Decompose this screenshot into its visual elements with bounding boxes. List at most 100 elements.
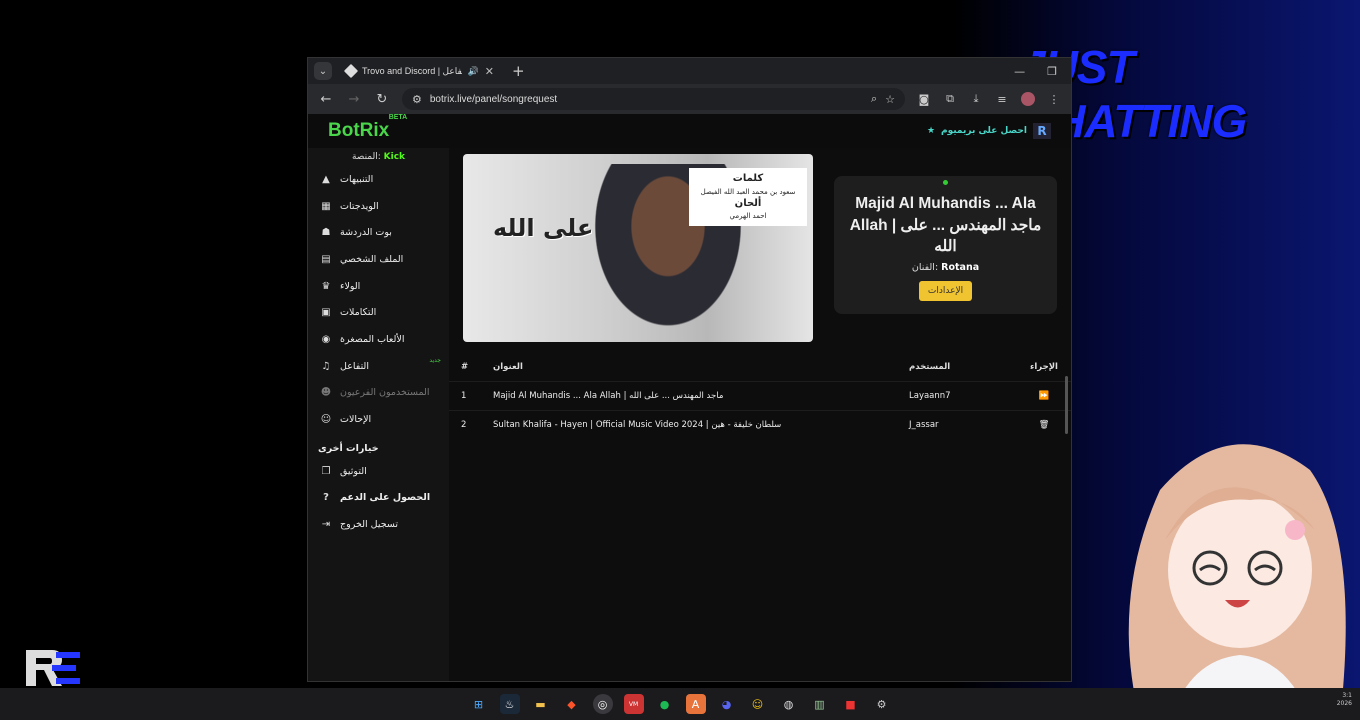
sidebar-item-label: تسجيل الخروج: [340, 519, 398, 531]
sidebar-item-loyalty[interactable]: ♛ الولاء: [308, 273, 449, 300]
settings-app-icon[interactable]: ⚙: [872, 694, 892, 714]
profile-avatar[interactable]: [1021, 92, 1035, 106]
sidebar-item-alerts[interactable]: ▲ التنبيهات: [308, 166, 449, 193]
new-tab-icon[interactable]: +: [512, 62, 525, 80]
sidebar-item-docs[interactable]: ❐ التوثيق: [308, 458, 449, 485]
chrome-icon[interactable]: ◎: [592, 694, 613, 714]
vtuber-avatar-image: [1128, 444, 1346, 720]
clipboard-app-icon[interactable]: ▥: [810, 694, 830, 714]
spotify-icon[interactable]: ●: [655, 694, 675, 714]
steam-icon[interactable]: ♨: [499, 694, 520, 714]
credits-lyrics-label: كلمات: [732, 173, 764, 184]
credits-composer-label: ألحان: [734, 197, 762, 209]
sidebar-item-referrals[interactable]: ☺ الإحالات: [308, 406, 449, 433]
sidebar-item-label: الملف الشخصي: [340, 253, 404, 265]
forward-icon[interactable]: →: [346, 92, 362, 107]
browser-window: ⌄ Trovo and Discord | التفاعل 🔊 ✕ + — ❐ …: [307, 57, 1072, 682]
clock-date: 2026: [1336, 699, 1352, 707]
sidebar-item-label: الويدجتات: [340, 200, 379, 212]
skip-icon[interactable]: ⏩: [1029, 391, 1059, 401]
sidebar-item-label: التكاملات: [340, 307, 377, 319]
download-icon[interactable]: ⤓: [969, 92, 983, 106]
sidebar-item-widgets[interactable]: ▦ الويدجتات: [308, 193, 449, 220]
chat-icon: ▣: [321, 307, 331, 319]
new-badge: جديد: [429, 356, 441, 364]
col-user: المستخدم: [909, 362, 951, 372]
sidebar-item-label: الإحالات: [340, 414, 372, 426]
bookmark-star-icon[interactable]: ☆: [885, 93, 895, 106]
obs-icon[interactable]: ◍: [779, 694, 799, 714]
sidebar-item-label: التوثيق: [340, 465, 367, 477]
music-icon: ♫: [321, 360, 331, 372]
cover-credits-card: كلمات سعود بن محمد العبد الله الفيصل ألح…: [689, 168, 807, 226]
emoji-app-icon[interactable]: ☺: [748, 694, 768, 714]
row-title: Sultan Khalifa - Hayen | Official Music …: [493, 420, 782, 430]
now-playing-card: Majid Al Muhandis ... Ala Allah | ماجد ا…: [834, 176, 1057, 314]
now-playing-artist: الفنان: Rotana: [834, 262, 1057, 273]
browser-toolbar: ← → ↻ ⚙ botrix.live/panel/songrequest ⌕ …: [308, 84, 1071, 114]
row-user: J_assar: [909, 420, 939, 430]
recorder-icon[interactable]: ■: [841, 694, 861, 714]
sidebar: المنصة: Kick ▲ التنبيهات ▦ الويدجتات ☗ بوت …: [308, 148, 449, 681]
help-icon: ?: [323, 492, 329, 504]
get-premium-link[interactable]: ★ احصل على بريميوم R: [927, 123, 1051, 139]
sidebar-item-support[interactable]: ? الحصول على الدعم: [308, 485, 449, 512]
brave-icon[interactable]: ◆: [562, 694, 582, 714]
browser-tab[interactable]: Trovo and Discord | التفاعل 🔊 ✕: [340, 59, 500, 83]
song-request-panel: على الله كلمات سعود بن محمد العبد الله ا…: [449, 148, 1071, 681]
menu-kebab-icon[interactable]: ⋮: [1047, 93, 1061, 106]
tab-list-icon[interactable]: ⌄: [314, 62, 332, 80]
widgets-icon: ▦: [321, 200, 331, 212]
close-tab-icon[interactable]: ✕: [485, 65, 494, 78]
sidebar-item-label: الألعاب المصغرة: [340, 333, 405, 345]
extensions-icon[interactable]: ⧉: [943, 92, 957, 106]
file-explorer-icon[interactable]: ▬: [531, 694, 551, 714]
taskbar-clock[interactable]: 3:1 2026: [1337, 692, 1352, 708]
app-icon[interactable]: A: [685, 694, 706, 714]
user-group-icon: ☺: [320, 414, 332, 426]
media-control-icon[interactable]: ≡: [995, 93, 1009, 106]
address-bar[interactable]: ⚙ botrix.live/panel/songrequest ⌕ ☆: [402, 88, 905, 110]
windows-taskbar: ⊞ ♨ ▬ ◆ ◎ VM ● A ◕ ☺ ◍ ▥ ■ ⚙ 3:1 2026: [0, 688, 1360, 720]
reload-icon[interactable]: ↻: [374, 92, 390, 107]
docs-icon: ❐: [321, 465, 331, 477]
user-logo-icon[interactable]: R: [1033, 123, 1051, 139]
voicemeeter-icon[interactable]: VM: [623, 694, 644, 714]
sidebar-item-label: التفاعل: [340, 360, 369, 372]
start-menu-icon[interactable]: ⊞: [469, 694, 489, 714]
sidebar-item-label: الحصول على الدعم: [340, 492, 431, 504]
table-row: 1 Majid Al Muhandis ... Ala Allah | ماجد…: [449, 381, 1071, 410]
table-row: 2 Sultan Khalifa - Hayen | Official Musi…: [449, 410, 1071, 439]
zoom-icon[interactable]: ⌕: [871, 93, 877, 106]
settings-button[interactable]: الإعدادات: [918, 281, 973, 302]
discord-extension-icon[interactable]: ◙: [917, 93, 931, 106]
brand-logo[interactable]: BotRix BETA: [328, 114, 407, 142]
row-num: 1: [461, 391, 467, 401]
botrix-page: BotRix BETA ★ احصل على بريميوم R المنصة:…: [308, 114, 1071, 681]
sidebar-item-profile[interactable]: ▤ الملف الشخصي: [308, 246, 449, 273]
page-header: BotRix BETA ★ احصل على بريميوم R: [308, 114, 1071, 148]
credits-composer: احمد الهرمي: [729, 212, 767, 221]
row-title: Majid Al Muhandis ... Ala Allah | ماجد ا…: [493, 391, 724, 401]
sidebar-item-chatbot[interactable]: ☗ بوت الدردشة: [308, 219, 449, 246]
streamer-logo-icon: [26, 650, 80, 686]
artist-label: الفنان:: [911, 262, 939, 274]
maximize-icon[interactable]: ❐: [1047, 65, 1057, 78]
site-info-icon[interactable]: ⚙: [412, 93, 422, 106]
logout-icon: ⇥: [321, 519, 331, 531]
back-icon[interactable]: ←: [318, 92, 334, 107]
minimize-icon[interactable]: —: [1014, 65, 1025, 78]
artist-name: Rotana: [941, 262, 980, 274]
sidebar-item-label: المستخدمون الفرعيون: [340, 387, 430, 399]
row-num: 2: [461, 420, 467, 430]
sidebar-item-integrations[interactable]: ▣ التكاملات: [308, 299, 449, 326]
sidebar-item-minigames[interactable]: ◉ الألعاب المصغرة: [308, 326, 449, 353]
sidebar-item-logout[interactable]: ⇥ تسجيل الخروج: [308, 511, 449, 538]
discord-icon[interactable]: ◕: [717, 694, 737, 714]
clock-time: 3:1: [1342, 692, 1352, 699]
trash-icon[interactable]: 🗑: [1029, 420, 1059, 430]
scrollbar[interactable]: [1065, 376, 1068, 434]
album-cover-image: على الله كلمات سعود بن محمد العبد الله ا…: [463, 154, 813, 342]
sidebar-item-interaction[interactable]: ♫ التفاعل جديد: [308, 353, 449, 380]
sidebar-item-subusers: ☻ المستخدمون الفرعيون: [308, 380, 449, 407]
